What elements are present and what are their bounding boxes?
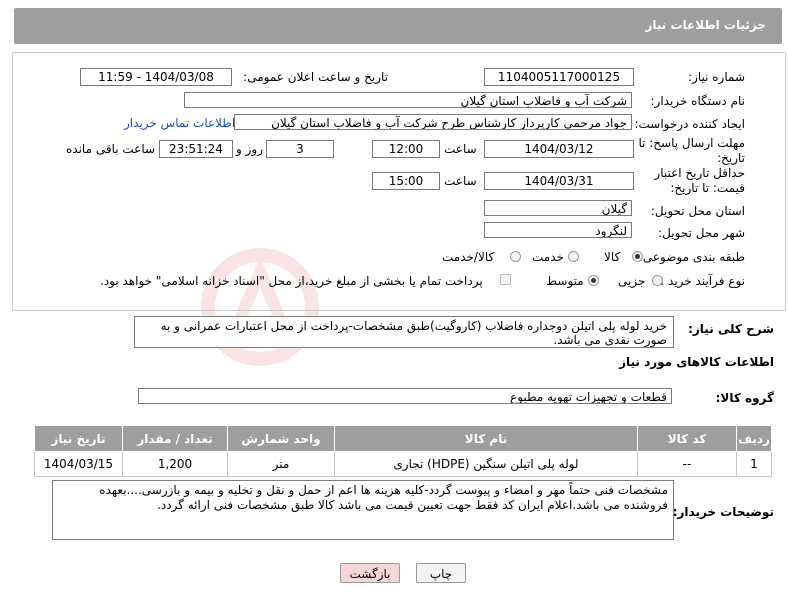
process-minor-label: جزیی <box>618 274 646 288</box>
description-label: شرح کلی نیاز: <box>688 322 774 336</box>
creator-field: جواد مرحمی کارپرداز کارشناس طرح شرکت آب … <box>234 114 632 130</box>
remaining-time-field: 23:51:24 <box>159 140 233 158</box>
validity-date-field: 1404/03/31 <box>484 172 634 190</box>
category-goods-radio[interactable] <box>632 251 643 262</box>
announce-label: تاریخ و ساعت اعلان عمومی: <box>243 70 388 84</box>
goods-section-title: اطلاعات کالاهای مورد نیاز <box>619 355 774 369</box>
buyer-notes-label: توضیحات خریدار: <box>672 505 774 519</box>
days-remaining-field: 3 <box>266 140 334 158</box>
buyer-org-label: نام دستگاه خریدار: <box>650 94 746 108</box>
process-minor-radio[interactable] <box>652 275 663 286</box>
category-goods-service-radio[interactable] <box>510 251 521 262</box>
goods-group-field: قطعات و تجهیزات تهویه مطبوع <box>138 388 672 404</box>
page-header: جزئیات اطلاعات نیاز <box>14 8 782 44</box>
column-header-unit: واحد شمارش <box>227 425 335 452</box>
cell-unit: متر <box>227 451 335 477</box>
validity-time-field: 15:00 <box>372 172 440 190</box>
buyer-org-field: شرکت آب و فاضلاب استان گیلان <box>184 92 632 108</box>
city-label: شهر محل تحویل: <box>658 226 745 240</box>
table-row: 1 -- لوله پلی اتیلن سنگین (HDPE) تجاری م… <box>34 451 772 477</box>
days-label: روز و <box>236 142 263 156</box>
process-medium-radio[interactable] <box>588 275 599 286</box>
category-service-label: خدمت <box>532 250 564 264</box>
buyer-notes-textarea[interactable]: مشخصات فنی حتماً مهر و امضاء و پیوست گرد… <box>52 480 674 540</box>
category-label: طبقه بندی موضوعی: <box>638 250 745 264</box>
description-textarea[interactable]: خرید لوله پلی اتیلن دوجداره فاضلاب (کارو… <box>134 316 674 348</box>
back-button[interactable]: بازگشت <box>340 563 400 583</box>
process-label: نوع فرآیند خرید : <box>660 274 745 288</box>
page-title: جزئیات اطلاعات نیاز <box>645 18 766 32</box>
goods-group-label: گروه کالا: <box>715 391 774 405</box>
cell-item-code: -- <box>637 451 737 477</box>
column-header-quantity: تعداد / مقدار <box>122 425 228 452</box>
deadline-label: مهلت ارسال پاسخ: تا تاریخ: <box>638 136 745 165</box>
cell-row-number: 1 <box>736 451 772 477</box>
need-number-label: شماره نیاز: <box>688 70 745 84</box>
announce-datetime-field: 1404/03/08 - 11:59 <box>80 68 232 86</box>
province-label: استان محل تحویل: <box>650 204 745 218</box>
cell-quantity: 1,200 <box>122 451 228 477</box>
deadline-time-field: 12:00 <box>372 140 440 158</box>
print-button[interactable]: چاپ <box>416 563 466 583</box>
column-header-item-name: نام کالا <box>334 425 638 452</box>
validity-time-label: ساعت <box>444 174 477 188</box>
category-goods-service-label: کالا/خدمت <box>442 250 495 264</box>
city-field: لنگرود <box>484 222 632 238</box>
deadline-date-field: 1404/03/12 <box>484 140 634 158</box>
creator-label: ایجاد کننده درخواست: <box>634 117 745 131</box>
process-medium-label: متوسط <box>546 274 584 288</box>
table-header-row: ردیف کد کالا نام کالا واحد شمارش تعداد /… <box>34 425 772 452</box>
category-service-radio[interactable] <box>568 251 579 262</box>
treasury-payment-note: پرداخت تمام یا بخشی از مبلغ خرید،از محل … <box>100 274 483 288</box>
category-goods-label: کالا <box>604 250 621 264</box>
column-header-row-number: ردیف <box>736 425 772 452</box>
goods-table: ردیف کد کالا نام کالا واحد شمارش تعداد /… <box>34 425 772 477</box>
column-header-need-date: تاریخ نیاز <box>34 425 123 452</box>
deadline-time-label: ساعت <box>444 142 477 156</box>
validity-label: حداقل تاریخ اعتبار قیمت: تا تاریخ: <box>654 166 745 195</box>
need-number-field: 1104005117000125 <box>484 68 634 86</box>
column-header-item-code: کد کالا <box>637 425 737 452</box>
buyer-contact-link[interactable]: اطلاعات تماس خریدار <box>124 116 235 130</box>
treasury-payment-checkbox[interactable] <box>500 274 511 285</box>
province-field: گیلان <box>484 200 632 216</box>
cell-item-name: لوله پلی اتیلن سنگین (HDPE) تجاری <box>334 451 638 477</box>
cell-need-date: 1404/03/15 <box>34 451 123 477</box>
remaining-time-label: ساعت باقی مانده <box>66 142 156 156</box>
